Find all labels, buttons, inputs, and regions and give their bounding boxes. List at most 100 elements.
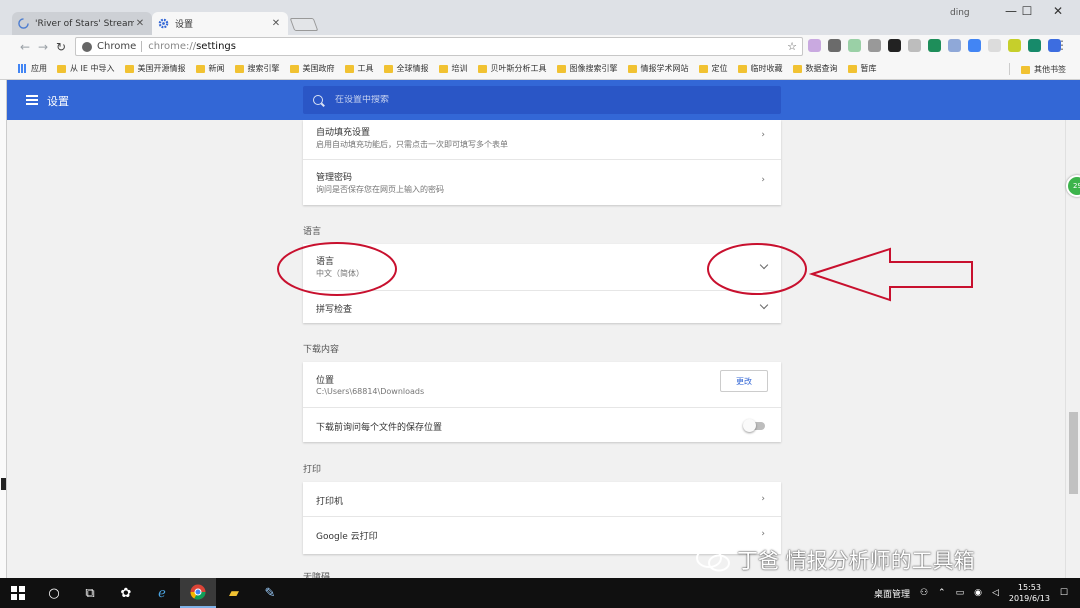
row-title: 拼写检查 — [316, 305, 353, 315]
bookmark-folder[interactable]: 临时收藏 — [737, 63, 783, 74]
folder-icon — [1021, 65, 1030, 74]
bookmark-label: 情报学术网站 — [640, 64, 689, 73]
ie-browser-icon[interactable]: ℯ — [144, 578, 180, 608]
row-title: Google 云打印 — [316, 532, 378, 542]
extension-icon[interactable] — [928, 39, 941, 52]
bookmark-folder[interactable]: 美国开源情报 — [124, 63, 186, 74]
autofill-card: 自动填充设置 启用自动填充功能后，只需点击一次即可填写多个表单 › 管理密码 询… — [303, 120, 781, 205]
profile-name[interactable]: ding — [950, 8, 970, 18]
bookmark-label: 从 IE 中导入 — [70, 64, 115, 73]
settings-content: 自动填充设置 启用自动填充功能后，只需点击一次即可填写多个表单 › 管理密码 询… — [7, 120, 1065, 578]
apps-icon — [18, 64, 27, 73]
bookmark-folder[interactable]: 全球情报 — [383, 63, 429, 74]
maximize-button[interactable]: ☐ — [1012, 0, 1042, 22]
ask-location-toggle[interactable] — [743, 419, 765, 432]
extension-icon[interactable] — [908, 39, 921, 52]
window-close-button[interactable]: ✕ — [1043, 0, 1073, 22]
extension-icon[interactable] — [948, 39, 961, 52]
address-bar[interactable]: Chrome chrome:// settings ☆ — [75, 37, 803, 56]
bookmark-folder[interactable]: 情报学术网站 — [627, 63, 689, 74]
browser-toolbar: ← → ↻ Chrome chrome:// settings ☆ ⋮ — [0, 35, 1080, 58]
clock-date: 2019/6/13 — [1008, 594, 1050, 603]
language-row[interactable]: 语言 中文（简体） — [303, 244, 781, 291]
bookmark-label: 图像搜索引擎 — [569, 64, 618, 73]
watermark: 丁爸 情报分析师的工具箱 — [695, 545, 975, 575]
extension-icon[interactable] — [868, 39, 881, 52]
bookmark-folder[interactable]: 工具 — [344, 63, 374, 74]
menu-icon[interactable] — [26, 95, 38, 105]
folder-icon — [289, 64, 299, 73]
folder-icon — [556, 64, 566, 73]
back-icon[interactable]: ← — [16, 38, 34, 56]
close-icon[interactable]: ✕ — [270, 18, 282, 29]
scroll-thumb[interactable] — [1069, 412, 1078, 494]
bookmark-folder[interactable]: 从 IE 中导入 — [57, 63, 115, 74]
extension-icon[interactable] — [848, 39, 861, 52]
tab-river-of-stars[interactable]: 'River of Stars' Streamin ✕ — [12, 12, 152, 35]
bookmark-star-icon[interactable]: ☆ — [787, 40, 797, 53]
ask-location-row[interactable]: 下载前询问每个文件的保存位置 — [303, 408, 781, 442]
folder-icon — [847, 64, 857, 73]
extension-icon[interactable] — [1028, 39, 1041, 52]
reload-icon[interactable]: ↻ — [52, 38, 70, 56]
extension-icon[interactable] — [1008, 39, 1021, 52]
new-tab-button[interactable] — [289, 18, 319, 31]
extension-icon[interactable] — [968, 39, 981, 52]
bookmark-folder[interactable]: 图像搜索引擎 — [556, 63, 618, 74]
settings-search[interactable] — [303, 86, 781, 114]
chevron-down-icon[interactable] — [759, 260, 769, 270]
task-view-icon[interactable]: ⧉ — [72, 578, 108, 608]
url-path: settings — [196, 41, 236, 52]
page-title: 设置 — [47, 95, 69, 108]
other-bookmarks[interactable]: 其他书签 — [1021, 64, 1066, 75]
windows-start-icon[interactable] — [0, 578, 36, 608]
more-menu-icon[interactable]: ⋮ — [1056, 38, 1068, 52]
notification-icon[interactable]: ☐ — [1060, 588, 1068, 598]
spellcheck-row[interactable]: 拼写检查 — [303, 291, 781, 323]
file-explorer-icon[interactable]: ▰ — [216, 578, 252, 608]
folder-icon — [737, 64, 747, 73]
bookmark-folder[interactable]: 培训 — [438, 63, 468, 74]
change-location-button[interactable]: 更改 — [720, 370, 768, 392]
paint-app-icon[interactable]: ✎ — [252, 578, 288, 608]
folder-icon — [627, 64, 637, 73]
close-icon[interactable]: ✕ — [134, 18, 146, 29]
tab-settings[interactable]: 设置 ✕ — [152, 12, 288, 35]
arrow-right-icon: › — [761, 130, 765, 140]
autofill-row[interactable]: 自动填充设置 启用自动填充功能后，只需点击一次即可填写多个表单 › — [303, 120, 781, 160]
desktop-manager-label[interactable]: 桌面管理 — [874, 587, 910, 600]
extension-icon[interactable] — [888, 39, 901, 52]
extension-icon[interactable] — [828, 39, 841, 52]
extension-icon[interactable] — [988, 39, 1001, 52]
language-card: 语言 中文（简体） 拼写检查 — [303, 244, 781, 323]
chevron-down-icon[interactable] — [759, 300, 769, 310]
bookmark-folder[interactable]: 数据查询 — [792, 63, 838, 74]
chrome-taskbar-icon[interactable] — [180, 578, 216, 608]
bookmark-folder[interactable]: 暂库 — [847, 63, 877, 74]
volume-icon[interactable]: ◁ — [992, 588, 999, 598]
clock[interactable]: 15:53 2019/6/13 — [1009, 582, 1050, 604]
bookmark-apps[interactable]: 应用 — [18, 63, 47, 74]
chevron-up-icon[interactable]: ⌃ — [938, 588, 946, 598]
people-icon[interactable]: ⚇ — [920, 588, 928, 598]
location-row: 位置 C:\Users\68814\Downloads 更改 — [303, 362, 781, 408]
folder-icon — [792, 64, 802, 73]
search-input[interactable] — [335, 95, 735, 105]
passwords-row[interactable]: 管理密码 询问是否保存您在网页上输入的密码 › — [303, 160, 781, 205]
loading-spinner-icon — [18, 18, 29, 29]
forward-icon[interactable]: → — [34, 38, 52, 56]
battery-icon[interactable]: ▭ — [956, 588, 965, 598]
printers-row[interactable]: 打印机 › — [303, 482, 781, 517]
bookmark-folder[interactable]: 新闻 — [195, 63, 225, 74]
extension-icon[interactable] — [808, 39, 821, 52]
bookmark-folder[interactable]: 搜索引擎 — [234, 63, 280, 74]
settings-header: 设置 — [7, 80, 1080, 120]
bookmark-folder[interactable]: 美国政府 — [289, 63, 335, 74]
bookmark-folder[interactable]: 贝叶斯分析工具 — [477, 63, 547, 74]
left-edge — [0, 80, 7, 578]
network-icon[interactable]: ◉ — [974, 588, 982, 598]
bookmark-folder[interactable]: 定位 — [698, 63, 728, 74]
app-pinwheel-icon[interactable]: ✿ — [108, 578, 144, 608]
taskbar: ○ ⧉ ✿ ℯ ▰ ✎ 桌面管理 ⚇ ⌃ ▭ ◉ ◁ 15:53 2019/6/… — [0, 578, 1080, 608]
search-circle-icon[interactable]: ○ — [36, 578, 72, 608]
